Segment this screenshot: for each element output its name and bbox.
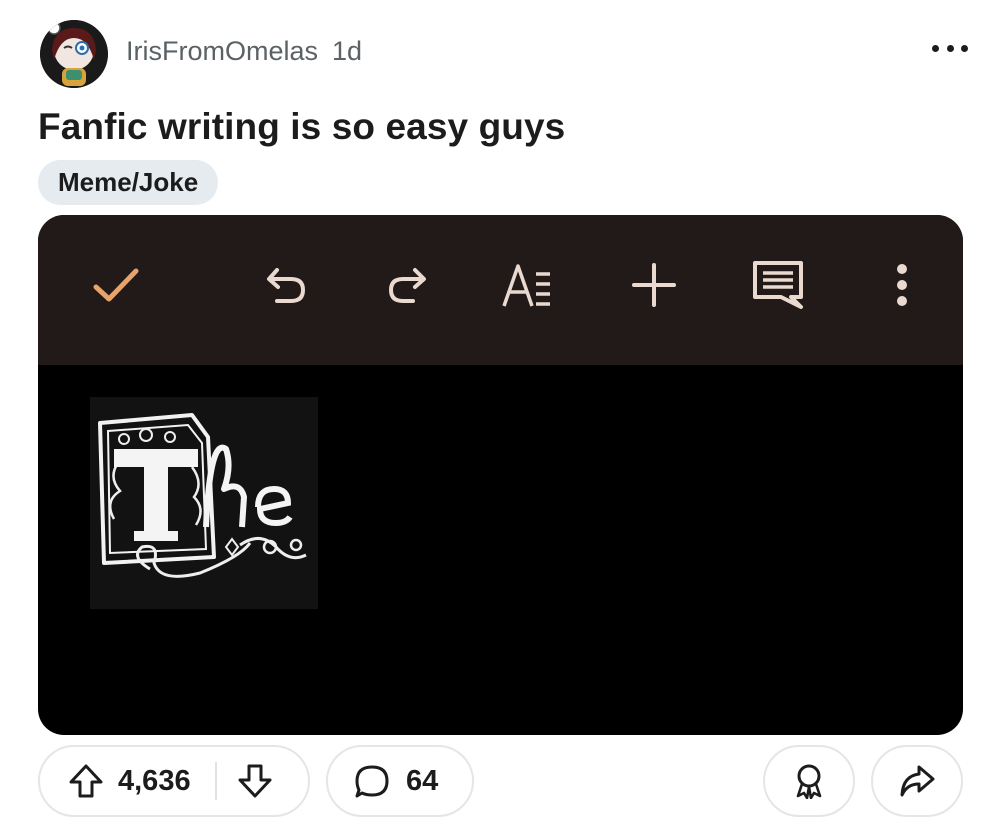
post-age: 1d bbox=[332, 36, 363, 66]
post-image[interactable] bbox=[38, 215, 963, 735]
text-format-icon bbox=[498, 255, 558, 315]
post-author[interactable]: IrisFromOmelas 1d bbox=[126, 36, 362, 67]
downvote-icon[interactable] bbox=[237, 763, 273, 799]
more-vertical-icon bbox=[872, 255, 932, 315]
post-header: IrisFromOmelas 1d bbox=[40, 14, 970, 88]
redo-icon bbox=[378, 255, 438, 315]
share-button[interactable] bbox=[871, 745, 963, 817]
award-button[interactable] bbox=[763, 745, 855, 817]
award-icon bbox=[792, 763, 826, 799]
username[interactable]: IrisFromOmelas bbox=[126, 36, 318, 66]
plus-icon bbox=[624, 255, 684, 315]
comment-bubble-icon bbox=[354, 763, 390, 799]
comments-button[interactable]: 64 bbox=[326, 745, 474, 817]
vote-divider bbox=[214, 762, 217, 800]
post-flair[interactable]: Meme/Joke bbox=[38, 160, 219, 205]
editor-toolbar bbox=[38, 215, 963, 365]
user-avatar[interactable] bbox=[40, 20, 108, 88]
decorative-the-image bbox=[90, 397, 318, 609]
more-options-icon[interactable] bbox=[932, 38, 968, 58]
vote-group: 4,636 bbox=[38, 745, 310, 817]
comment-count: 64 bbox=[406, 764, 439, 797]
post-title[interactable]: Fanfic writing is so easy guys bbox=[38, 106, 565, 148]
comment-icon bbox=[748, 255, 808, 315]
post-actions: 4,636 64 bbox=[38, 745, 963, 817]
upvote-icon[interactable] bbox=[68, 763, 104, 799]
upvote-count: 4,636 bbox=[118, 764, 191, 797]
undo-icon bbox=[256, 255, 316, 315]
check-icon bbox=[86, 255, 146, 315]
share-icon bbox=[899, 764, 935, 798]
